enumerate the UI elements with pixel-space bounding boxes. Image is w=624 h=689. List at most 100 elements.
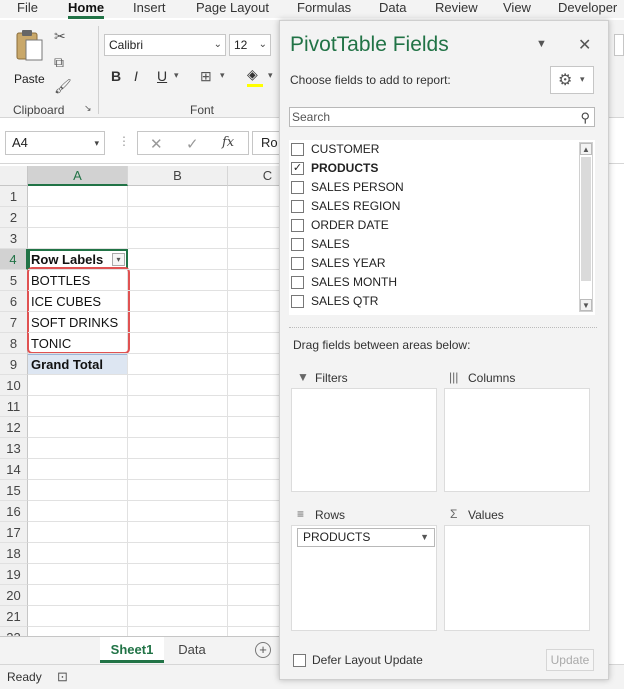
values-drop-area[interactable] bbox=[444, 525, 590, 631]
row-header[interactable]: 13 bbox=[0, 438, 28, 459]
format-painter-icon[interactable]: 🖌 bbox=[54, 78, 72, 95]
insert-function-button[interactable]: fx bbox=[222, 135, 234, 150]
enter-icon[interactable]: ✓ bbox=[186, 135, 199, 153]
field-list-scrollbar[interactable]: ▲ ▼ bbox=[579, 142, 593, 312]
select-all-corner[interactable] bbox=[0, 166, 28, 186]
filter-dropdown-icon[interactable]: ▾ bbox=[112, 253, 125, 266]
bold-button[interactable]: B bbox=[111, 68, 121, 84]
column-header-c[interactable]: C bbox=[228, 166, 280, 186]
row-header[interactable]: 4 bbox=[0, 249, 28, 270]
row-header[interactable]: 3 bbox=[0, 228, 28, 249]
tab-view[interactable]: View bbox=[503, 0, 531, 15]
italic-button[interactable]: I bbox=[134, 68, 138, 84]
scroll-down-icon[interactable]: ▼ bbox=[580, 299, 592, 311]
column-header-a[interactable]: A bbox=[28, 166, 128, 186]
row-header[interactable]: 6 bbox=[0, 291, 28, 312]
font-size-select[interactable]: 12 ⌄ bbox=[229, 34, 271, 56]
chevron-down-icon: ▾ bbox=[580, 74, 585, 84]
underline-button[interactable]: U bbox=[157, 68, 167, 84]
chevron-down-icon[interactable]: ▾ bbox=[174, 70, 179, 81]
worksheet-grid[interactable]: A B C 1234567891011121314151617181920212… bbox=[0, 166, 280, 636]
paste-label: Paste bbox=[14, 72, 45, 86]
gridline bbox=[28, 332, 280, 333]
row-header[interactable]: 7 bbox=[0, 312, 28, 333]
macro-record-icon[interactable]: ⊡ bbox=[57, 669, 68, 685]
gridline bbox=[28, 395, 280, 396]
field-checkbox[interactable] bbox=[291, 257, 304, 270]
row-header[interactable]: 19 bbox=[0, 564, 28, 585]
tab-page-layout[interactable]: Page Layout bbox=[196, 0, 269, 15]
pane-options-icon[interactable]: ▼ bbox=[536, 38, 547, 50]
cut-icon[interactable]: ✂ bbox=[54, 28, 66, 45]
sheet-tab-data[interactable]: Data bbox=[166, 637, 218, 663]
chevron-down-icon: ▼ bbox=[420, 532, 429, 542]
tab-developer[interactable]: Developer bbox=[558, 0, 617, 15]
field-checkbox[interactable] bbox=[291, 295, 304, 308]
sheet-tab-sheet1[interactable]: Sheet1 bbox=[100, 637, 164, 663]
rows-field-products[interactable]: PRODUCTS ▼ bbox=[297, 528, 435, 547]
add-sheet-icon[interactable]: + bbox=[255, 642, 271, 658]
search-icon: ⚲ bbox=[580, 110, 590, 125]
paste-button[interactable]: Paste bbox=[10, 28, 48, 90]
row-header[interactable]: 15 bbox=[0, 480, 28, 501]
more-dots-icon: ⋮ bbox=[118, 134, 130, 148]
row-header[interactable]: 18 bbox=[0, 543, 28, 564]
chevron-down-icon: ⌄ bbox=[213, 39, 222, 50]
row-header[interactable]: 11 bbox=[0, 396, 28, 417]
field-list: CUSTOMER ✓ PRODUCTS SALES PERSON SALES REGIO… bbox=[289, 140, 595, 315]
close-icon[interactable]: ✕ bbox=[578, 35, 591, 55]
field-checkbox[interactable] bbox=[291, 181, 304, 194]
column-header-b[interactable]: B bbox=[128, 166, 228, 186]
field-checkbox[interactable] bbox=[291, 276, 304, 289]
copy-icon[interactable]: ⧉ bbox=[54, 54, 64, 71]
name-box[interactable]: A4 ▾ bbox=[5, 131, 105, 155]
field-search-input[interactable]: Search ⚲ bbox=[289, 107, 595, 127]
field-settings-button[interactable]: ⚙ ▾ bbox=[550, 66, 594, 94]
tab-review[interactable]: Review bbox=[435, 0, 478, 15]
chevron-down-icon[interactable]: ▾ bbox=[220, 70, 225, 81]
formula-input[interactable]: Ro bbox=[252, 131, 282, 155]
gridline bbox=[28, 479, 280, 480]
defer-layout-checkbox[interactable] bbox=[293, 654, 306, 667]
row-header[interactable]: 17 bbox=[0, 522, 28, 543]
filters-drop-area[interactable] bbox=[291, 388, 437, 492]
row-header[interactable]: 12 bbox=[0, 417, 28, 438]
row-header[interactable]: 20 bbox=[0, 585, 28, 606]
row-header[interactable]: 16 bbox=[0, 501, 28, 522]
scroll-up-icon[interactable]: ▲ bbox=[580, 143, 592, 155]
tab-insert[interactable]: Insert bbox=[133, 0, 166, 15]
row-header[interactable]: 10 bbox=[0, 375, 28, 396]
fill-color-icon[interactable]: ◈ bbox=[247, 66, 258, 83]
row-header[interactable]: 2 bbox=[0, 207, 28, 228]
gridline bbox=[28, 626, 280, 627]
update-button[interactable]: Update bbox=[546, 649, 594, 671]
row-header[interactable]: 9 bbox=[0, 354, 28, 375]
row-header[interactable]: 21 bbox=[0, 606, 28, 627]
field-checkbox[interactable] bbox=[291, 219, 304, 232]
tab-home[interactable]: Home bbox=[68, 0, 105, 19]
tab-file[interactable]: File bbox=[17, 0, 38, 15]
row-header[interactable]: 14 bbox=[0, 459, 28, 480]
sheet-tab-bar: Sheet1 Data + bbox=[0, 636, 280, 664]
field-checkbox[interactable]: ✓ bbox=[291, 162, 304, 175]
tab-data[interactable]: Data bbox=[379, 0, 406, 15]
columns-drop-area[interactable] bbox=[444, 388, 590, 492]
dialog-launcher-icon[interactable]: ↘ bbox=[84, 103, 92, 114]
gear-icon: ⚙ bbox=[558, 72, 573, 89]
scroll-thumb[interactable] bbox=[581, 157, 591, 281]
chevron-down-icon: ⌄ bbox=[258, 39, 267, 50]
grand-total-label[interactable]: Grand Total bbox=[31, 354, 103, 375]
row-header[interactable]: 1 bbox=[0, 186, 28, 207]
field-checkbox[interactable] bbox=[291, 200, 304, 213]
tab-formulas[interactable]: Formulas bbox=[297, 0, 351, 15]
field-checkbox[interactable] bbox=[291, 143, 304, 156]
field-checkbox[interactable] bbox=[291, 238, 304, 251]
row-header[interactable]: 8 bbox=[0, 333, 28, 354]
row-header[interactable]: 5 bbox=[0, 270, 28, 291]
row-header[interactable]: 22 bbox=[0, 627, 28, 636]
cancel-icon[interactable]: ✕ bbox=[150, 135, 163, 153]
chevron-down-icon[interactable]: ▾ bbox=[268, 70, 273, 81]
font-name-select[interactable]: Calibri ⌄ bbox=[104, 34, 226, 56]
font-group-label: Font bbox=[190, 103, 215, 117]
borders-icon[interactable]: ⊞ bbox=[200, 68, 212, 85]
